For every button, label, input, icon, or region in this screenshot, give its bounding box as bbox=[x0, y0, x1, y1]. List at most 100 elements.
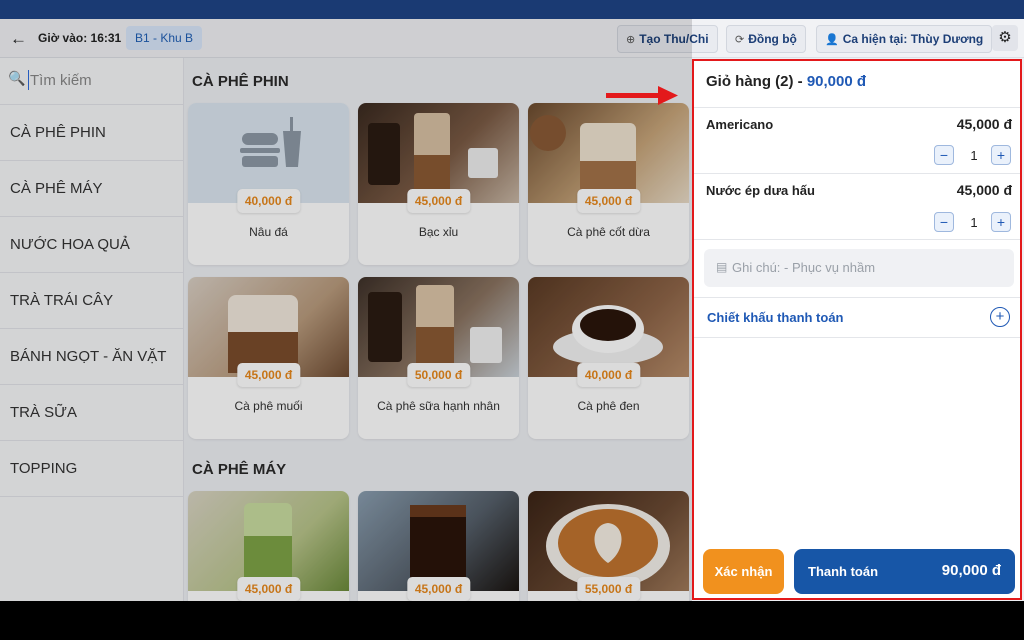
category-item[interactable]: CÀ PHÊ MÁY bbox=[0, 161, 183, 217]
product-price: 45,000 đ bbox=[236, 363, 301, 387]
divider bbox=[694, 239, 1020, 240]
note-field[interactable]: ▤ Ghi chú: - Phục vụ nhầm bbox=[704, 249, 1014, 287]
matcha-drink-photo bbox=[244, 503, 292, 587]
top-header: ← Giờ vào: 16:31 B1 - Khu B ⊕ Tạo Thu/Chi… bbox=[0, 19, 1024, 58]
section-title: CÀ PHÊ MÁY bbox=[192, 461, 287, 478]
product-photo bbox=[188, 491, 349, 591]
iced-coffee-photo bbox=[368, 113, 498, 193]
sync-button[interactable]: ⟳ Đồng bộ bbox=[726, 25, 806, 53]
cart-title-label: Giỏ hàng (2) - bbox=[706, 73, 807, 90]
product-name: Cà phê sữa hạnh nhân bbox=[377, 399, 500, 413]
product-price: 45,000 đ bbox=[236, 577, 301, 601]
category-sidebar: 🔍 CÀ PHÊ PHIN CÀ PHÊ MÁY NƯỚC HOA QUẢ TR… bbox=[0, 58, 184, 601]
product-price: 45,000 đ bbox=[406, 189, 471, 213]
search-box: 🔍 bbox=[0, 58, 183, 105]
product-card[interactable]: 45,000 đ Cà phê cốt dừa bbox=[528, 103, 689, 265]
category-item[interactable]: TRÀ TRÁI CÂY bbox=[0, 273, 183, 329]
pay-amount: 90,000 đ bbox=[941, 562, 1001, 579]
pay-button[interactable]: Thanh toán 90,000 đ bbox=[794, 549, 1015, 594]
cart-item-qty: 1 bbox=[970, 215, 978, 230]
cart-item-price: 45,000 đ bbox=[956, 116, 1012, 132]
decrease-qty-button[interactable]: − bbox=[934, 212, 954, 232]
placeholder-image bbox=[188, 103, 349, 203]
text-cursor bbox=[28, 70, 29, 90]
product-price: 55,000 đ bbox=[576, 577, 641, 601]
search-input[interactable] bbox=[30, 66, 175, 94]
product-name: Cà phê cốt dừa bbox=[567, 225, 650, 239]
product-photo bbox=[528, 277, 689, 377]
create-transaction-label: Tạo Thu/Chi bbox=[639, 32, 709, 46]
product-card[interactable]: 40,000 đ Nâu đá bbox=[188, 103, 349, 265]
divider bbox=[694, 173, 1020, 174]
clock-in-time: Giờ vào: 16:31 bbox=[38, 31, 122, 45]
product-photo bbox=[528, 103, 689, 203]
product-card[interactable]: 50,000 đ Cà phê sữa hạnh nhân bbox=[358, 277, 519, 439]
plus-circle-icon[interactable]: + bbox=[990, 307, 1010, 327]
increase-qty-button[interactable]: + bbox=[991, 145, 1011, 165]
search-icon: 🔍 bbox=[8, 70, 26, 86]
divider bbox=[694, 107, 1020, 108]
product-photo bbox=[358, 491, 519, 591]
note-placeholder: Ghi chú: - Phục vụ nhầm bbox=[732, 260, 876, 275]
americano-photo bbox=[410, 505, 466, 587]
confirm-button[interactable]: Xác nhận bbox=[703, 549, 784, 594]
product-price: 40,000 đ bbox=[236, 189, 301, 213]
coconut-coffee-photo bbox=[530, 115, 636, 195]
arrow-left-icon[interactable]: ← bbox=[10, 29, 27, 49]
almond-milk-coffee-photo bbox=[368, 285, 502, 369]
cart-item-name: Nước ép dưa hấu bbox=[706, 183, 815, 198]
product-photo bbox=[528, 491, 689, 591]
product-price: 40,000 đ bbox=[576, 363, 641, 387]
current-shift-label: Ca hiện tại: Thùy Dương bbox=[842, 32, 984, 46]
latte-art-photo bbox=[546, 504, 670, 588]
category-item[interactable]: BÁNH NGỌT - ĂN VẶT bbox=[0, 329, 183, 385]
product-photo bbox=[358, 103, 519, 203]
letterbox-bar bbox=[0, 601, 1024, 640]
current-shift-button[interactable]: 👤 Ca hiện tại: Thùy Dương bbox=[816, 25, 993, 53]
category-item[interactable]: NƯỚC HOA QUẢ bbox=[0, 217, 183, 273]
product-name: Nâu đá bbox=[249, 225, 288, 239]
product-card[interactable]: 45,000 đ bbox=[188, 491, 349, 601]
create-transaction-button[interactable]: ⊕ Tạo Thu/Chi bbox=[617, 25, 718, 53]
sync-label: Đồng bộ bbox=[748, 32, 797, 46]
black-coffee-photo bbox=[553, 305, 663, 365]
cart-panel: Giỏ hàng (2) - 90,000 đ Americano 45,000… bbox=[692, 59, 1022, 600]
status-bar bbox=[0, 0, 1024, 19]
pay-label: Thanh toán bbox=[808, 564, 879, 579]
product-name: Cà phê muối bbox=[234, 399, 303, 413]
gear-icon[interactable]: ⚙ bbox=[992, 25, 1018, 51]
decrease-qty-button[interactable]: − bbox=[934, 145, 954, 165]
product-price: 45,000 đ bbox=[576, 189, 641, 213]
product-card[interactable]: 55,000 đ bbox=[528, 491, 689, 601]
salt-coffee-photo bbox=[228, 295, 298, 373]
product-card[interactable]: 45,000 đ Bạc xỉu bbox=[358, 103, 519, 265]
payment-discount-link[interactable]: Chiết khấu thanh toán bbox=[707, 310, 844, 325]
sync-icon: ⟳ bbox=[735, 34, 745, 46]
product-photo bbox=[358, 277, 519, 377]
divider bbox=[694, 337, 1020, 338]
product-name: Cà phê đen bbox=[577, 399, 640, 413]
product-name: Bạc xỉu bbox=[418, 225, 459, 239]
category-item[interactable]: TRÀ SỮA bbox=[0, 385, 183, 441]
section-title: CÀ PHÊ PHIN bbox=[192, 73, 289, 90]
red-arrow-icon bbox=[606, 86, 678, 105]
product-price: 50,000 đ bbox=[406, 363, 471, 387]
table-badge[interactable]: B1 - Khu B bbox=[126, 26, 203, 50]
cart-total: 90,000 đ bbox=[806, 73, 867, 90]
divider bbox=[694, 297, 1020, 298]
product-card[interactable]: 40,000 đ Cà phê đen bbox=[528, 277, 689, 439]
plus-circle-icon: ⊕ bbox=[626, 34, 636, 46]
category-item[interactable]: TOPPING bbox=[0, 441, 183, 497]
category-item[interactable]: CÀ PHÊ PHIN bbox=[0, 105, 183, 161]
user-icon: 👤 bbox=[825, 34, 839, 46]
cart-item-name: Americano bbox=[706, 117, 774, 132]
cart-item-price: 45,000 đ bbox=[956, 182, 1012, 198]
product-card[interactable]: 45,000 đ Cà phê muối bbox=[188, 277, 349, 439]
burger-drink-icon bbox=[240, 117, 301, 167]
product-price: 45,000 đ bbox=[406, 577, 471, 601]
product-photo bbox=[188, 277, 349, 377]
product-card[interactable]: 45,000 đ bbox=[358, 491, 519, 601]
cart-title: Giỏ hàng (2) - 90,000 đ bbox=[706, 73, 866, 90]
product-grid: CÀ PHÊ PHIN 40,000 đ Nâu đá 45,000 đ Bạc… bbox=[184, 58, 692, 601]
increase-qty-button[interactable]: + bbox=[991, 212, 1011, 232]
